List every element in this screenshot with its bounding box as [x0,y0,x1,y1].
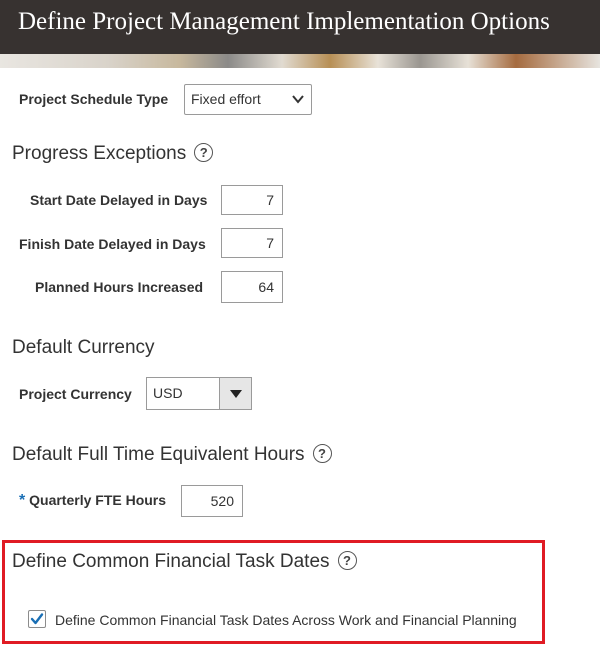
financial-task-dates-heading: Define Common Financial Task Dates? [12,551,357,573]
common-task-dates-checkbox[interactable] [28,610,46,628]
progress-exceptions-heading: Progress Exceptions? [12,143,214,165]
chevron-down-icon [292,85,304,125]
help-icon[interactable]: ? [312,444,332,463]
planned-hours-label: Planned Hours Increased [35,279,204,295]
help-icon[interactable]: ? [194,143,214,162]
common-task-dates-checkbox-label[interactable]: Define Common Financial Task Dates Acros… [55,612,517,628]
project-currency-combobox[interactable]: USD [146,377,252,410]
planned-hours-input[interactable]: 64 [221,271,283,303]
checkmark-icon [30,613,44,625]
quarterly-fte-label: * Quarterly FTE Hours [19,492,166,510]
caret-down-icon [229,386,242,401]
help-icon[interactable]: ? [337,551,357,570]
default-currency-heading: Default Currency [12,337,155,358]
start-date-delay-input[interactable]: 7 [221,185,283,215]
default-fte-heading: Default Full Time Equivalent Hours? [12,444,332,466]
page-title: Define Project Management Implementation… [18,8,550,35]
project-currency-input[interactable]: USD [146,377,220,410]
progress-exceptions-title: Progress Exceptions [12,143,187,164]
finish-date-delay-label: Finish Date Delayed in Days [19,236,206,252]
schedule-type-label: Project Schedule Type [19,91,169,107]
project-currency-label: Project Currency [19,386,132,402]
schedule-type-select[interactable]: Fixed effort [184,84,312,115]
quarterly-fte-label-text: Quarterly FTE Hours [29,492,167,508]
financial-task-dates-title: Define Common Financial Task Dates [12,551,330,572]
header-decorative-banner [0,54,600,68]
page-header: Define Project Management Implementation… [0,0,600,68]
quarterly-fte-input[interactable]: 520 [181,485,243,517]
required-indicator: * [19,492,26,509]
default-fte-title: Default Full Time Equivalent Hours [12,444,305,465]
finish-date-delay-input[interactable]: 7 [221,228,283,258]
start-date-delay-label: Start Date Delayed in Days [30,192,208,208]
currency-dropdown-button[interactable] [219,377,252,410]
schedule-type-value: Fixed effort [191,91,261,107]
